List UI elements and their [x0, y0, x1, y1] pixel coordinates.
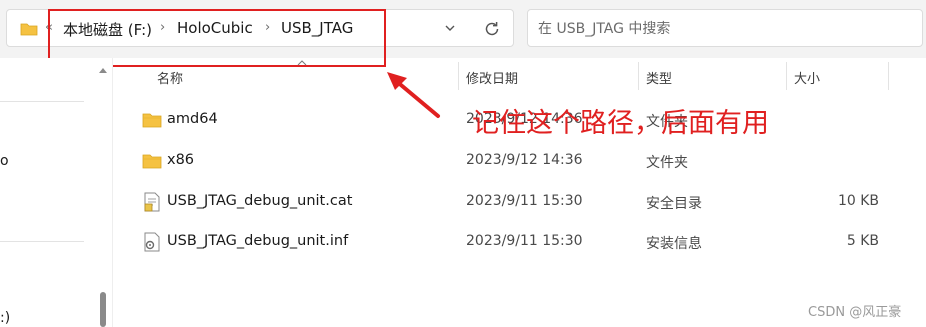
- setup-info-icon: [144, 232, 160, 252]
- file-row[interactable]: USB_JTAG_debug_unit.inf 2023/9/11 15:30 …: [113, 222, 926, 262]
- search-box[interactable]: [527, 9, 923, 47]
- refresh-icon[interactable]: [482, 19, 502, 39]
- column-header-size[interactable]: 大小: [794, 68, 820, 87]
- folder-icon: [20, 23, 38, 36]
- navigation-pane[interactable]: o :): [0, 58, 112, 327]
- column-header-name[interactable]: 名称: [157, 68, 183, 87]
- file-size: 5 KB: [846, 233, 879, 249]
- column-header-modified[interactable]: 修改日期: [466, 68, 518, 87]
- scroll-up-arrow[interactable]: [98, 66, 108, 74]
- file-name[interactable]: USB_JTAG_debug_unit.cat: [167, 193, 352, 209]
- file-name[interactable]: x86: [167, 152, 194, 168]
- file-row[interactable]: USB_JTAG_debug_unit.cat 2023/9/11 15:30 …: [113, 182, 926, 222]
- watermark: CSDN @风正豪: [808, 305, 902, 320]
- nav-item-partial[interactable]: :): [0, 310, 10, 326]
- nav-divider: [0, 241, 84, 242]
- file-name[interactable]: amd64: [167, 111, 218, 127]
- file-type: 安装信息: [646, 236, 702, 252]
- file-type: 文件夹: [646, 155, 688, 171]
- file-row[interactable]: x86 2023/9/12 14:36 文件夹: [113, 141, 926, 181]
- column-divider[interactable]: [888, 62, 889, 90]
- column-divider[interactable]: [786, 62, 787, 90]
- search-input[interactable]: [536, 18, 900, 40]
- chevron-down-icon[interactable]: [443, 21, 457, 35]
- sort-ascending-icon: [297, 60, 307, 66]
- column-header-type[interactable]: 类型: [646, 68, 672, 87]
- security-catalog-icon: [144, 192, 160, 212]
- column-divider[interactable]: [458, 62, 459, 90]
- nav-item-partial[interactable]: o: [0, 153, 9, 169]
- file-modified: 2023/9/11 15:30: [466, 193, 583, 209]
- file-modified: 2023/9/11 15:30: [466, 233, 583, 249]
- annotation-text: 记住这个路径，后面有用: [472, 108, 769, 139]
- file-name[interactable]: USB_JTAG_debug_unit.inf: [167, 233, 348, 249]
- file-modified: 2023/9/12 14:36: [466, 152, 583, 168]
- annotation-arrow-icon: [387, 72, 440, 118]
- nav-divider: [0, 101, 84, 102]
- scrollbar-thumb[interactable]: [100, 292, 106, 327]
- folder-icon: [142, 154, 162, 169]
- column-divider[interactable]: [638, 62, 639, 90]
- file-type: 安全目录: [646, 196, 702, 212]
- file-size: 10 KB: [837, 193, 879, 209]
- folder-icon: [142, 113, 162, 128]
